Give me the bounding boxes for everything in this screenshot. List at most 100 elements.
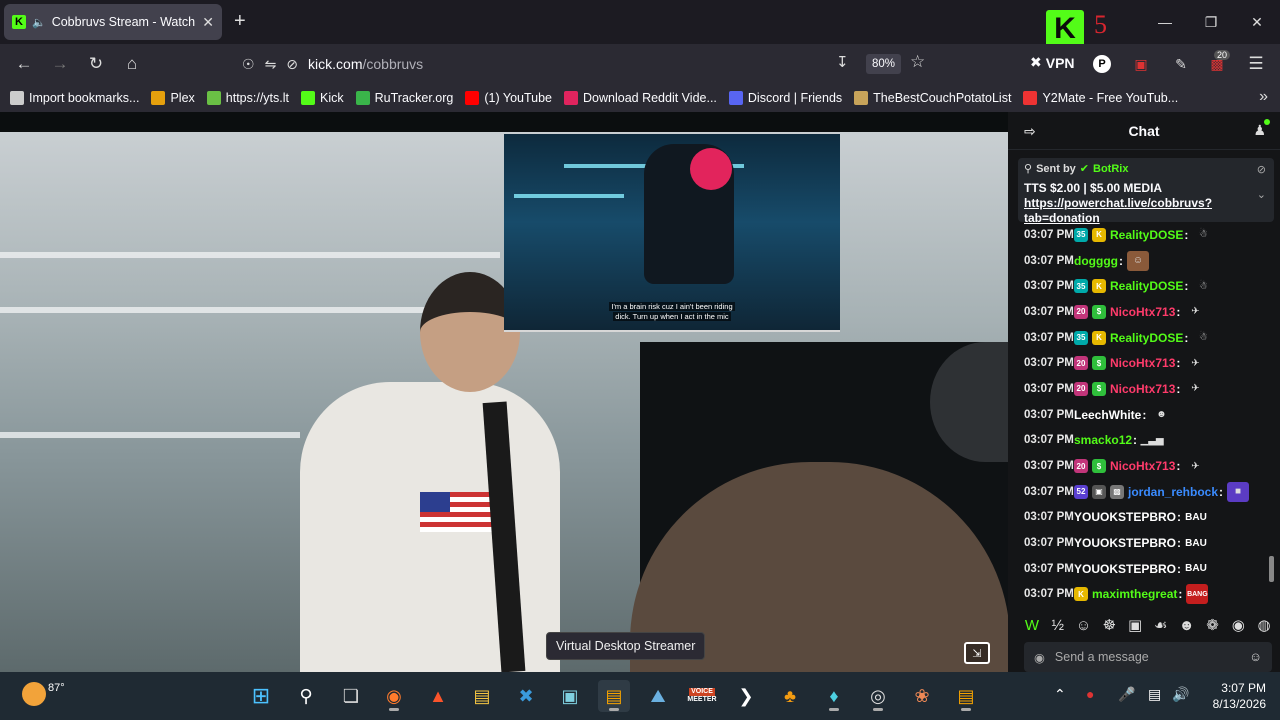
obs-studio-icon[interactable]: ◎ — [862, 680, 894, 712]
chat-username[interactable]: smacko12 — [1074, 433, 1132, 447]
quick-emote[interactable]: ☙ — [1151, 616, 1171, 634]
chat-settings-icon[interactable]: ◉ — [1034, 650, 1045, 665]
chat-emote[interactable]: ■ — [1227, 481, 1250, 502]
shield-icon[interactable]: ☉ — [242, 56, 255, 73]
emoji-picker-icon[interactable]: ☺ — [1249, 650, 1262, 664]
file-explorer-icon[interactable]: ▤ — [466, 680, 498, 712]
hide-pinned-icon[interactable]: ⊘ — [1257, 163, 1266, 176]
collapse-chat-icon[interactable]: ⇨ — [1024, 123, 1036, 140]
network-icon[interactable]: ▤ — [1148, 686, 1161, 703]
bookmark-item[interactable]: RuTracker.org — [355, 91, 453, 105]
bookmark-item[interactable]: Kick — [301, 91, 344, 105]
bookmark-item[interactable]: https://yts.lt — [206, 91, 289, 105]
chat-scrollbar[interactable] — [1269, 556, 1274, 582]
chat-username[interactable]: NicoHtx713 — [1110, 305, 1175, 319]
tray-overflow-chevron-icon[interactable]: ⌃ — [1054, 686, 1066, 703]
quick-emote[interactable]: ◉ — [1228, 616, 1248, 634]
chat-username[interactable]: LeechWhite — [1074, 408, 1141, 422]
fl-studio-icon[interactable]: ♣ — [774, 680, 806, 712]
minimize-icon[interactable]: — — [1142, 0, 1188, 44]
chat-username[interactable]: YOUOKSTEPBRO — [1074, 562, 1176, 576]
zoom-level-button[interactable]: 80% — [866, 54, 902, 74]
chat-message-input[interactable]: ◉ Send a message ☺ — [1024, 642, 1272, 672]
chevron-right-more-icon[interactable]: » — [1259, 88, 1268, 106]
forward-icon[interactable]: → — [42, 48, 78, 80]
quick-emote[interactable]: W — [1022, 617, 1042, 634]
home-icon[interactable]: ⌂ — [114, 48, 150, 80]
chat-emote[interactable]: ☃ — [1192, 328, 1214, 348]
chat-username[interactable]: maximthegreat — [1092, 587, 1177, 601]
chat-username[interactable]: YOUOKSTEPBRO — [1074, 536, 1176, 550]
chat-emote[interactable]: ✈ — [1184, 379, 1206, 399]
extension-media-icon[interactable]: ▣ — [1130, 53, 1152, 75]
chat-emote[interactable]: BAU — [1185, 533, 1207, 553]
chat-emote[interactable]: ✈ — [1184, 353, 1206, 373]
chat-emote[interactable]: ▁▃▅ — [1141, 430, 1164, 450]
bookmark-item[interactable]: Plex — [151, 91, 195, 105]
chat-username[interactable]: RealityDOSE — [1110, 228, 1183, 242]
chat-username[interactable]: dogggg — [1074, 254, 1118, 268]
chat-username[interactable]: jordan_rehbock — [1128, 485, 1218, 499]
brave-icon[interactable]: ▲ — [422, 680, 454, 712]
quick-emote[interactable]: ☸ — [1099, 616, 1119, 634]
chat-emote[interactable]: ☻ — [1150, 405, 1172, 425]
chat-username[interactable]: RealityDOSE — [1110, 331, 1183, 345]
bookmark-item[interactable]: Download Reddit Vide... — [564, 91, 717, 105]
chat-emote[interactable]: BAU — [1185, 559, 1207, 579]
chat-username[interactable]: RealityDOSE — [1110, 279, 1183, 293]
weather-widget[interactable]: 87° — [22, 682, 65, 706]
chat-emote[interactable]: BANG — [1186, 584, 1209, 605]
pocket-icon[interactable]: P — [1093, 55, 1111, 73]
chat-emote[interactable]: ☺ — [1126, 250, 1149, 271]
bookmark-item[interactable]: Discord | Friends — [728, 91, 842, 105]
media-arrow-icon[interactable]: ❯ — [730, 680, 762, 712]
menu-hamburger-icon[interactable]: ☰ — [1245, 53, 1267, 75]
start-menu-icon[interactable]: ⊞ — [245, 680, 277, 712]
system-clock[interactable]: 3:07 PM 8/13/2026 — [1213, 680, 1266, 712]
active-tab[interactable]: K 🔈 Cobbruvs Stream - Watch Li ✕ — [4, 4, 222, 40]
new-tab-button[interactable]: + — [234, 10, 246, 33]
voicemeeter-icon[interactable]: VOICE MEETER — [686, 680, 718, 712]
pinned-link[interactable]: https://powerchat.live/cobbruvs?tab=dona… — [1024, 196, 1212, 225]
bookmark-item[interactable]: Y2Mate - Free YouTub... — [1023, 91, 1178, 105]
bookmark-star-icon[interactable]: ☆ — [910, 52, 925, 72]
restore-icon[interactable]: ❐ — [1188, 0, 1234, 44]
tray-app-icon[interactable]: ● — [1086, 686, 1094, 702]
chat-username[interactable]: YOUOKSTEPBRO — [1074, 510, 1176, 524]
streamlabs-icon[interactable]: ♦ — [818, 680, 850, 712]
chat-emote[interactable]: ☃ — [1192, 225, 1214, 245]
colorful-app-icon[interactable]: ❀ — [906, 680, 938, 712]
chat-username[interactable]: NicoHtx713 — [1110, 356, 1175, 370]
visual-studio-icon[interactable]: ✖ — [510, 680, 542, 712]
close-window-icon[interactable]: ✕ — [1234, 0, 1280, 44]
chat-emote[interactable]: ✈ — [1184, 302, 1206, 322]
obs-folder-icon[interactable]: ▤ — [598, 680, 630, 712]
quick-emote[interactable]: ▣ — [1125, 616, 1145, 634]
chat-emote[interactable]: ☃ — [1192, 276, 1214, 296]
reload-icon[interactable]: ↻ — [78, 48, 114, 80]
chat-emote[interactable]: BAU — [1185, 507, 1207, 527]
quick-emote[interactable]: ☻ — [1177, 617, 1197, 634]
chat-username[interactable]: NicoHtx713 — [1110, 459, 1175, 473]
photos-icon[interactable]: ⛰ — [642, 680, 674, 712]
tracking-protection-icon[interactable]: ⊘ — [286, 56, 298, 73]
search-icon[interactable]: ⚲ — [290, 680, 322, 712]
speaker-icon[interactable]: 🔈 — [32, 16, 46, 29]
save-page-icon[interactable]: ↧ — [836, 53, 849, 71]
chat-emote[interactable]: ✈ — [1184, 456, 1206, 476]
expand-pinned-chevron-icon[interactable]: ⌄ — [1257, 188, 1266, 201]
extensions-puzzle-icon[interactable]: ✎ — [1170, 53, 1192, 75]
vpn-button[interactable]: ✖ VPN — [1030, 54, 1075, 71]
quick-emote[interactable]: ◍ — [1254, 616, 1274, 634]
quick-emote[interactable]: ½ — [1048, 617, 1068, 634]
stream-video-player[interactable]: I'm a brain risk cuz I ain't been riding… — [0, 132, 1008, 672]
firefox-icon[interactable]: ◉ — [378, 680, 410, 712]
microphone-icon[interactable]: 🎤 — [1118, 686, 1135, 703]
volume-icon[interactable]: 🔊 — [1172, 686, 1189, 703]
quick-emote[interactable]: ☺ — [1074, 617, 1094, 634]
bookmark-item[interactable]: TheBestCouchPotatoList — [854, 91, 1011, 105]
bookmark-item[interactable]: Import bookmarks... — [10, 91, 139, 105]
url-bar[interactable]: ☉ ⇋ ⊘ kick.com/cobbruvs — [232, 48, 938, 80]
chat-username[interactable]: NicoHtx713 — [1110, 382, 1175, 396]
theater-mode-icon[interactable]: ⇲ — [964, 642, 990, 664]
